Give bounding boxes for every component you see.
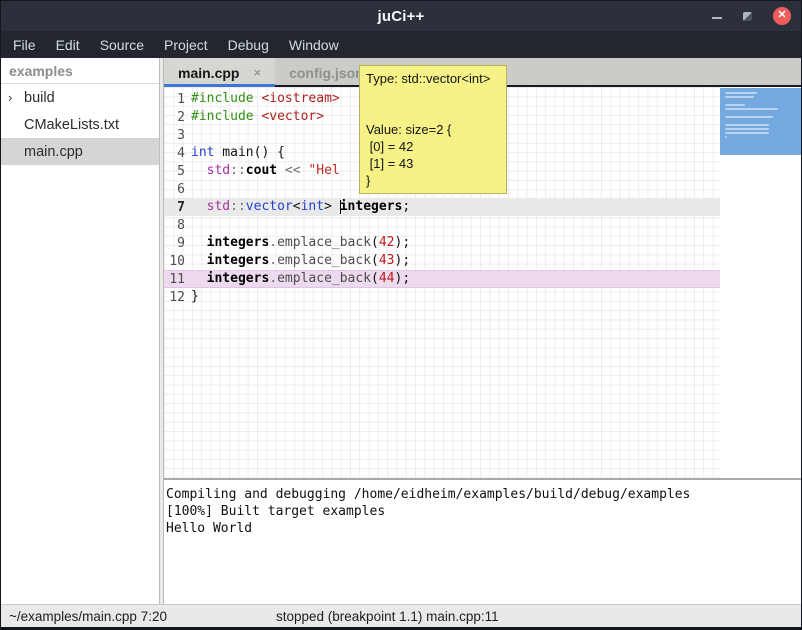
window-title: juCi++ bbox=[1, 8, 801, 25]
menubar: FileEditSourceProjectDebugWindow bbox=[1, 31, 801, 58]
tree-item-cmakelists-txt[interactable]: CMakeLists.txt bbox=[1, 111, 159, 138]
tooltip-line bbox=[366, 104, 500, 121]
line-number-6[interactable]: 6 bbox=[164, 182, 185, 197]
code-line-text: } bbox=[191, 288, 199, 306]
tree-item-build[interactable]: ›build bbox=[1, 84, 159, 111]
minimap-line bbox=[725, 104, 745, 106]
code-line-text: #include <iostream> bbox=[191, 90, 340, 108]
project-name-header: examples bbox=[1, 58, 159, 84]
code-line-8[interactable]: 8 bbox=[164, 216, 720, 234]
tooltip-line bbox=[366, 87, 500, 104]
terminal-panel[interactable]: Compiling and debugging /home/eidheim/ex… bbox=[164, 480, 801, 604]
code-line-11[interactable]: 11 integers.emplace_back(44); bbox=[164, 270, 720, 288]
tree-item-main-cpp[interactable]: main.cpp bbox=[1, 138, 159, 165]
line-number-12[interactable]: 12 bbox=[164, 290, 185, 305]
code-line-text: integers.emplace_back(42); bbox=[191, 234, 410, 252]
code-line-text: #include <vector> bbox=[191, 108, 324, 126]
debug-value-tooltip: Type: std::vector<int>Value: size=2 { [0… bbox=[359, 65, 507, 194]
menu-item-project[interactable]: Project bbox=[154, 37, 218, 53]
menu-item-window[interactable]: Window bbox=[279, 37, 349, 53]
tooltip-line: [0] = 42 bbox=[366, 138, 500, 155]
line-number-4[interactable]: 4 bbox=[164, 146, 185, 161]
tree-item-label: build bbox=[24, 90, 55, 106]
line-number-11[interactable]: 11 bbox=[164, 272, 185, 287]
minimap-line bbox=[725, 108, 778, 110]
line-number-8[interactable]: 8 bbox=[164, 218, 185, 233]
scroll-overview[interactable] bbox=[720, 87, 801, 478]
file-sidebar: examples ›build CMakeLists.txt main.cpp bbox=[1, 58, 159, 604]
status-file-position: ~/examples/main.cpp 7:20 bbox=[1, 609, 167, 624]
minimize-icon[interactable] bbox=[712, 17, 722, 19]
line-number-9[interactable]: 9 bbox=[164, 236, 185, 251]
minimap-line bbox=[725, 132, 769, 134]
tooltip-line: Value: size=2 { bbox=[366, 121, 500, 138]
minimap-line bbox=[725, 136, 727, 138]
code-line-text: std::vector<int> integers; bbox=[191, 198, 410, 216]
close-icon[interactable]: × bbox=[253, 65, 261, 80]
title-bar[interactable]: juCi++ ✕ bbox=[1, 1, 801, 31]
tooltip-line: } bbox=[366, 172, 500, 189]
file-tree: ›build CMakeLists.txt main.cpp bbox=[1, 84, 159, 165]
code-line-12[interactable]: 12} bbox=[164, 288, 720, 306]
tree-item-label: main.cpp bbox=[24, 144, 83, 160]
minimap-line bbox=[725, 124, 769, 126]
code-line-text: integers.emplace_back(43); bbox=[191, 252, 410, 270]
code-line-text: std::cout << "Hel bbox=[191, 162, 340, 180]
line-number-5[interactable]: 5 bbox=[164, 164, 185, 179]
minimap-line bbox=[725, 92, 757, 94]
expander-icon[interactable]: › bbox=[8, 90, 24, 105]
code-line-7[interactable]: 7 std::vector<int> integers; bbox=[164, 198, 720, 216]
terminal-line: Hello World bbox=[166, 520, 801, 537]
code-line-text: integers.emplace_back(44); bbox=[191, 270, 410, 288]
tab-label: config.json bbox=[289, 65, 364, 81]
app-window: juCi++ ✕ FileEditSourceProjectDebugWindo… bbox=[0, 0, 802, 630]
line-number-2[interactable]: 2 bbox=[164, 110, 185, 125]
editor-pane: main.cpp × config.json 1 #include <iostream… bbox=[164, 58, 801, 604]
menu-item-edit[interactable]: Edit bbox=[46, 37, 90, 53]
code-line-10[interactable]: 10 integers.emplace_back(43); bbox=[164, 252, 720, 270]
minimap[interactable] bbox=[720, 88, 801, 155]
status-bar: ~/examples/main.cpp 7:20 stopped (breakp… bbox=[1, 604, 801, 627]
code-line-text: int main() { bbox=[191, 144, 285, 162]
minimap-line bbox=[725, 128, 769, 130]
close-icon[interactable]: ✕ bbox=[773, 7, 791, 25]
menu-item-debug[interactable]: Debug bbox=[218, 37, 279, 53]
tooltip-line: [1] = 43 bbox=[366, 155, 500, 172]
minimap-line bbox=[725, 116, 773, 118]
menu-item-source[interactable]: Source bbox=[90, 37, 154, 53]
main-area: examples ›build CMakeLists.txt main.cpp ma… bbox=[1, 58, 801, 604]
restore-icon[interactable] bbox=[743, 12, 752, 21]
line-number-10[interactable]: 10 bbox=[164, 254, 185, 269]
window-controls: ✕ bbox=[712, 7, 801, 25]
code-line-9[interactable]: 9 integers.emplace_back(42); bbox=[164, 234, 720, 252]
line-number-1[interactable]: 1 bbox=[164, 92, 185, 107]
line-number-3[interactable]: 3 bbox=[164, 128, 185, 143]
menu-item-file[interactable]: File bbox=[3, 37, 46, 53]
tree-item-label: CMakeLists.txt bbox=[24, 117, 119, 133]
status-debug-state: stopped (breakpoint 1.1) main.cpp:11 bbox=[276, 609, 499, 624]
terminal-line: [100%] Built target examples bbox=[166, 503, 801, 520]
tooltip-line: Type: std::vector<int> bbox=[366, 70, 500, 87]
tab-main-cpp[interactable]: main.cpp × bbox=[164, 58, 275, 87]
terminal-line: Compiling and debugging /home/eidheim/ex… bbox=[166, 486, 801, 503]
tab-label: main.cpp bbox=[178, 65, 239, 81]
minimap-line bbox=[725, 96, 754, 98]
line-number-7[interactable]: 7 bbox=[164, 200, 185, 215]
